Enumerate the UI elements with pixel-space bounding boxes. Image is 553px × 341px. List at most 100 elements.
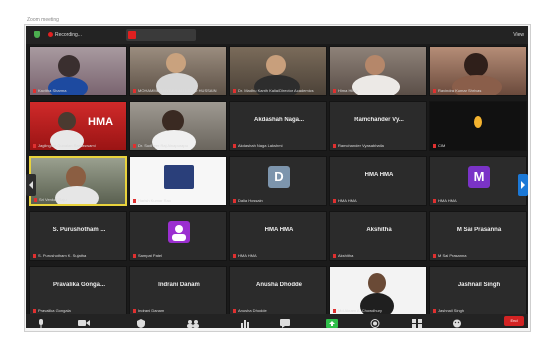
screenshot-caption: Zoom meeting: [27, 17, 59, 23]
video-button[interactable]: [78, 315, 90, 326]
participant-tile[interactable]: Akdashah Naga... Akdashah Naga Lakshmi: [229, 101, 327, 151]
participant-tile[interactable]: Sri Venkat Raju: [29, 156, 127, 206]
participant-name: Dr. Sudheer Raj Ainapurapu: [138, 143, 188, 148]
muted-mic-icon: [33, 143, 36, 148]
participant-display-name: S. Purushotham ...: [52, 227, 106, 233]
participant-tile[interactable]: Jashnail Singh Jashnail Singh: [429, 266, 527, 316]
participant-name: Dalia Hossain: [238, 198, 263, 203]
muted-mic-icon: [33, 88, 36, 93]
participant-name: Akshitha: [338, 253, 354, 258]
participant-tile[interactable]: Hima Hima: [329, 46, 427, 96]
security-button[interactable]: [136, 315, 146, 328]
recording-indicator[interactable]: Recording...: [48, 30, 82, 40]
participant-name: Anusha Dhodde: [238, 308, 267, 313]
participant-name-caption: M Sai Prasanna: [433, 253, 466, 258]
muted-mic-icon: [433, 88, 436, 93]
muted-mic-icon: [34, 197, 37, 202]
participant-tile[interactable]: Sampat Patel: [129, 211, 227, 261]
participant-tile[interactable]: CIM: [429, 101, 527, 151]
participant-name: CIM: [438, 143, 446, 148]
chat-icon: [280, 319, 290, 328]
participant-tile[interactable]: Md Akram A. Chowdhury: [329, 266, 427, 316]
muted-mic-icon: [433, 308, 436, 313]
polls-button[interactable]: [240, 315, 250, 328]
participant-tile[interactable]: Ramchander Vy... Ramchander Vyasabhatla: [329, 101, 427, 151]
participant-name-caption: Akshitha: [333, 253, 353, 258]
participant-name-caption: Md Akram A. Chowdhury: [333, 308, 382, 313]
share-screen-button[interactable]: [326, 315, 338, 328]
participant-name: Sri Venkat Raju: [39, 197, 67, 202]
participant-tile[interactable]: Harish Kumar Rao: [129, 156, 227, 206]
participant-display-name: HMA HMA: [264, 227, 294, 233]
participant-silhouette: [365, 55, 385, 75]
participant-name: Jaglingam Gunalan Ramaswami: [38, 143, 96, 148]
participant-name-caption: MOHAMMED HYDER ALI MOHD HUSSAIN: [133, 88, 216, 93]
muted-mic-icon: [333, 253, 336, 258]
participant-tile[interactable]: M Sai Prasanna M Sai Prasanna: [429, 211, 527, 261]
participant-silhouette: [464, 53, 488, 77]
participant-tile[interactable]: M HMA HMA: [429, 156, 527, 206]
recording-badge[interactable]: [126, 29, 196, 41]
muted-mic-icon: [133, 143, 136, 148]
participant-tile[interactable]: Kavitha Sharma: [29, 46, 127, 96]
participant-name-caption: S. Purushotham K. Sujatha: [33, 253, 86, 258]
participant-name: Jashnail Singh: [438, 308, 465, 313]
muted-mic-icon: [233, 88, 236, 93]
muted-mic-icon: [333, 143, 336, 148]
participant-tile[interactable]: Akshitha Akshitha: [329, 211, 427, 261]
user-icon: [168, 221, 190, 243]
participant-name: M Sai Prasanna: [438, 253, 467, 258]
participant-name: HMA HMA: [238, 253, 257, 258]
participant-tile[interactable]: Indrani Danam Indrani Danam: [129, 266, 227, 316]
participant-tile[interactable]: S. Purushotham ... S. Purushotham K. Suja…: [29, 211, 127, 261]
participant-name-caption: Jashnail Singh: [433, 308, 464, 313]
meeting-top-bar: Recording... View: [26, 26, 528, 44]
participant-name-caption: Dr. Sudheer Raj Ainapurapu: [133, 143, 188, 148]
participant-tile[interactable]: Ravindra Kumar Shrivas: [429, 46, 527, 96]
participant-tile[interactable]: D Dalia Hossain: [229, 156, 327, 206]
participants-button[interactable]: [186, 315, 200, 328]
participant-name-caption: Dalia Hossain: [233, 198, 263, 203]
chevron-left-icon: [29, 181, 33, 189]
previous-page-button[interactable]: [26, 174, 36, 196]
participant-name: Sampat Patel: [138, 253, 163, 258]
info-icon[interactable]: [34, 30, 42, 40]
participant-name-caption: HMA HMA: [433, 198, 457, 203]
reactions-icon: [453, 319, 461, 328]
participant-tile[interactable]: HMA HMA HMA HMA: [229, 211, 327, 261]
participant-display-name: Akdashah Naga...: [253, 117, 304, 123]
security-icon: [137, 319, 145, 328]
chat-button[interactable]: [280, 315, 290, 328]
participant-tile[interactable]: MOHAMMED HYDER ALI MOHD HUSSAIN: [129, 46, 227, 96]
participant-name-caption: Hima Hima: [333, 88, 358, 93]
next-page-button[interactable]: [518, 174, 528, 196]
muted-mic-icon: [333, 88, 336, 93]
mute-button[interactable]: [36, 315, 46, 328]
share-screen-icon: [326, 319, 338, 328]
participant-display-name: Akshitha: [366, 227, 392, 233]
reactions-button[interactable]: [452, 315, 462, 328]
muted-mic-icon: [433, 253, 436, 258]
participant-tile[interactable]: Dr. Madhu Kanth Kalia/Director Academics: [229, 46, 327, 96]
muted-mic-icon: [433, 198, 436, 203]
participant-name-caption: Dr. Madhu Kanth Kalia/Director Academics: [233, 88, 314, 93]
participant-tile[interactable]: HMA HMA HMA HMA: [329, 156, 427, 206]
participant-name: Ramchander Vyasabhatla: [338, 143, 384, 148]
participant-tile[interactable]: Anusha Dhodde Anusha Dhodde: [229, 266, 327, 316]
view-button[interactable]: View: [513, 29, 524, 41]
participant-tile[interactable]: HMA Jaglingam Gunalan Ramaswami: [29, 101, 127, 151]
chevron-right-icon: [521, 181, 525, 189]
breakout-rooms-button[interactable]: [412, 315, 422, 328]
participant-name: MOHAMMED HYDER ALI MOHD HUSSAIN: [138, 88, 217, 93]
participant-tile[interactable]: Dr. Sudheer Raj Ainapurapu: [129, 101, 227, 151]
participant-display-name: Pravalika Gonga...: [52, 282, 106, 288]
gallery-grid: Kavitha Sharma MOHAMMED HYDER ALI MOHD HU…: [26, 46, 528, 316]
participant-tile[interactable]: Pravalika Gonga... Pravalika Gongala: [29, 266, 127, 316]
participant-silhouette: [266, 55, 286, 75]
record-button[interactable]: [370, 315, 380, 328]
end-meeting-button[interactable]: End: [504, 316, 524, 326]
recording-label: Recording...: [55, 32, 82, 38]
participant-name: Indrani Danam: [138, 308, 165, 313]
participant-display-name: HMA HMA: [364, 172, 394, 178]
participant-name-caption: Harish Kumar Rao: [133, 198, 171, 203]
